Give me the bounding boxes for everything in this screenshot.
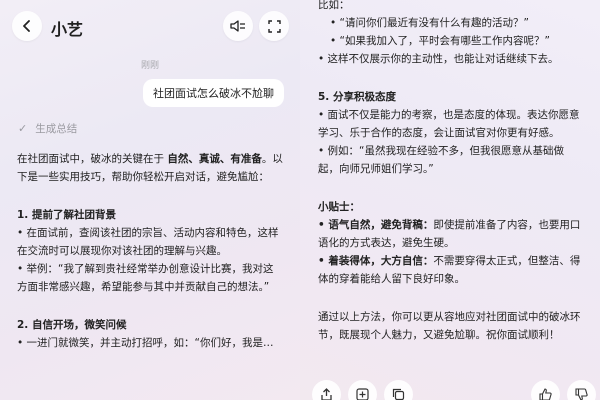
assistant-answer-part1: 在社团面试中，破冰的关键在于 自然、真诚、有准备。以下是一些实用技巧，帮助你轻松… bbox=[17, 150, 283, 352]
expand-button[interactable] bbox=[259, 11, 289, 41]
user-message-bubble: 社团面试怎么破冰不尬聊 bbox=[143, 79, 284, 107]
chevron-left-icon bbox=[23, 20, 30, 32]
tips-heading: 小贴士： bbox=[318, 201, 360, 213]
bullet-item: • 在面试前，查阅该社团的宗旨、活动内容和特色，这样在交流时可以展现你对该社团的… bbox=[17, 227, 279, 257]
right-chat-pane: 比如： • “请问你们最近有没有什么有趣的活动？” • “如果我加入了，平时会有… bbox=[300, 0, 600, 400]
copy-icon bbox=[392, 388, 405, 400]
tip-item: • 语气自然，避免背稿：即使提前准备了内容，也要用口语化的方式表达，避免生硬。 bbox=[318, 219, 581, 249]
tip-item: • 着装得体，大方自信：不需要穿得太正式，但整洁、得体的穿着能给人留下良好印象。 bbox=[318, 255, 581, 285]
thumb-down-icon bbox=[575, 388, 588, 400]
dislike-button[interactable] bbox=[567, 380, 596, 400]
message-timestamp: 刚刚 bbox=[140, 61, 159, 71]
share-icon bbox=[321, 388, 332, 400]
section-heading: 2. 自信开场，微笑问候 bbox=[17, 319, 127, 331]
sound-toggle-button[interactable] bbox=[223, 11, 253, 41]
share-button[interactable] bbox=[312, 380, 341, 400]
bullet-item: • 例如：“虽然我现在经验不多，但我很愿意从基础做起，向师兄师姐们学习。” bbox=[318, 145, 564, 175]
bullet-item: • 这样不仅展示你的主动性，也能让对话继续下去。 bbox=[318, 53, 559, 65]
intro-paragraph: 在社团面试中，破冰的关键在于 自然、真诚、有准备。以下是一些实用技巧，帮助你轻松… bbox=[17, 153, 283, 183]
expand-icon bbox=[267, 19, 281, 33]
speaker-mute-icon bbox=[230, 20, 245, 32]
text-line: 比如： bbox=[318, 0, 350, 11]
section-heading: 5. 分享积极态度 bbox=[318, 91, 396, 103]
copy-button[interactable] bbox=[384, 380, 413, 400]
assistant-answer-part2: 比如： • “请问你们最近有没有什么有趣的活动？” • “如果我加入了，平时会有… bbox=[318, 0, 584, 344]
add-icon bbox=[356, 388, 369, 400]
bullet-item: • 举例：“我了解到贵社经常举办创意设计比赛，我对这方面非常感兴趣，希望能参与其… bbox=[17, 263, 274, 293]
page-title: 小艺 bbox=[51, 20, 84, 39]
bullet-item: • 面试不仅是能力的考察，也是态度的体现。表达你愿意学习、乐于合作的态度，会让面… bbox=[318, 109, 580, 139]
bullet-item: • 一进门就微笑，并主动打招呼，如：“你们好，我是… bbox=[17, 337, 274, 349]
conclusion-paragraph: 通过以上方法，你可以更从容地应对社团面试中的破冰环节，既展现个人魅力，又避免尬聊… bbox=[318, 311, 581, 341]
left-chat-pane: 小艺 刚刚 社团面试怎么破冰不尬聊 ✓ 生成总结 在社团面试中，破冰的关键在于 … bbox=[0, 0, 300, 400]
generation-status-label: 生成总结 bbox=[35, 123, 78, 135]
bullet-item: • “请问你们最近有没有什么有趣的活动？” bbox=[330, 17, 529, 29]
section-heading: 1. 提前了解社团背景 bbox=[17, 209, 116, 221]
generation-status[interactable]: ✓ 生成总结 bbox=[18, 121, 77, 136]
add-button[interactable] bbox=[348, 380, 377, 400]
check-icon: ✓ bbox=[18, 122, 28, 135]
bullet-item: • “如果我加入了，平时会有哪些工作内容呢？” bbox=[330, 35, 550, 47]
back-button[interactable] bbox=[12, 11, 42, 41]
like-button[interactable] bbox=[531, 380, 560, 400]
thumb-up-icon bbox=[539, 388, 552, 400]
message-action-bar bbox=[312, 380, 596, 400]
